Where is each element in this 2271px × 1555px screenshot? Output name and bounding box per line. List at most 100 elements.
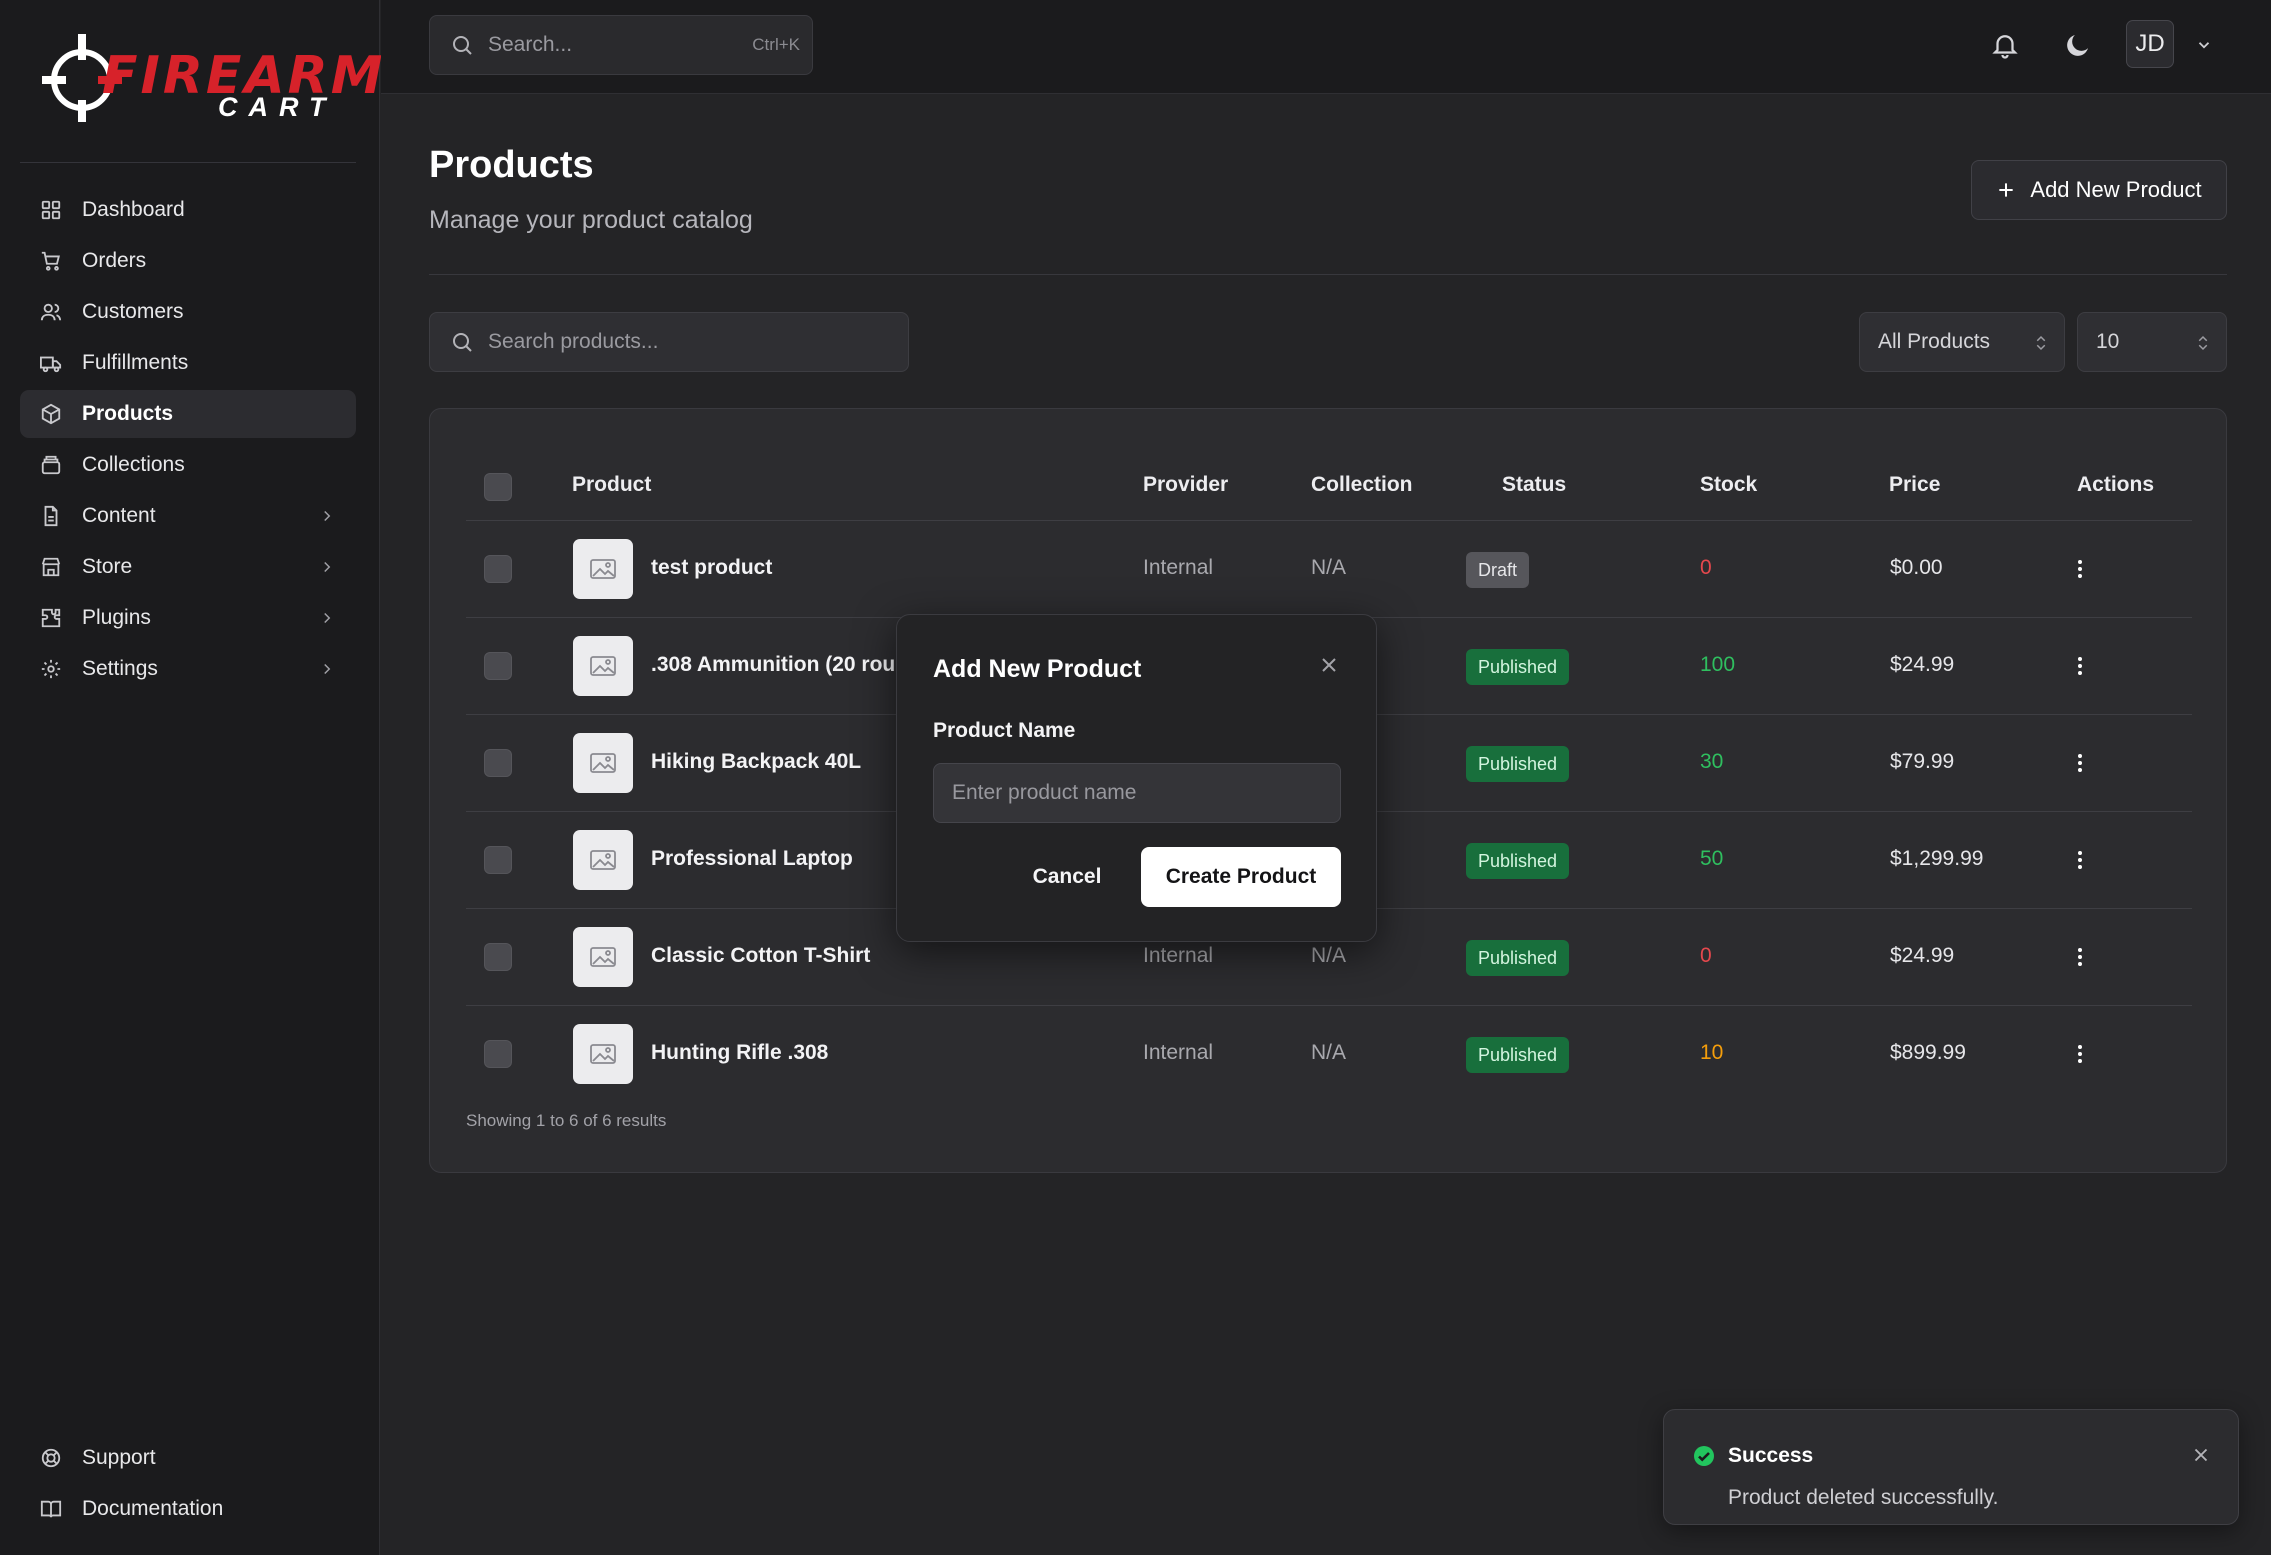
product-name-input[interactable] [933,763,1341,823]
close-icon[interactable] [1317,653,1341,677]
sidebar-item-support[interactable]: Support [20,1434,356,1482]
more-vertical-icon[interactable] [2068,848,2092,872]
chevron-right-icon [324,561,331,573]
sidebar-item-customers[interactable]: Customers [20,288,356,336]
gear-icon [41,659,61,679]
image-icon [590,850,616,870]
product-name[interactable]: Classic Cotton T-Shirt [651,944,870,968]
sidebar-item-plugins[interactable]: Plugins [20,594,356,642]
chevron-right-icon [324,612,331,624]
sidebar-item-content[interactable]: Content [20,492,356,540]
column-header-price[interactable]: Price [1889,473,1940,497]
chevron-right-icon [324,663,331,675]
column-header-collection[interactable]: Collection [1311,473,1413,497]
more-vertical-icon[interactable] [2068,557,2092,581]
column-header-provider[interactable]: Provider [1143,473,1228,497]
global-search-input[interactable]: Search... Ctrl+K [429,15,813,75]
sidebar-item-dashboard[interactable]: Dashboard [20,186,356,234]
status-badge: Published [1466,746,1570,782]
users-icon [40,303,62,321]
column-header-product[interactable]: Product [572,473,651,497]
create-product-button[interactable]: Create Product [1141,847,1341,907]
sidebar-item-settings[interactable]: Settings [20,645,356,693]
page-size-value: 10 [2096,330,2120,353]
row-checkbox[interactable] [484,1040,512,1068]
table-header: Product Provider Collection Status Stock… [466,453,2192,521]
sidebar-item-label: Fulfillments [82,351,189,374]
sidebar-item-label: Dashboard [82,198,185,221]
status-filter-select[interactable]: All Products [1859,312,2065,372]
status-badge: Published [1466,843,1570,879]
chevron-down-icon[interactable] [2195,36,2213,54]
status-badge: Published [1466,649,1570,685]
image-icon [590,656,616,676]
sidebar: FIREARM CART Dashboard Orders Customers … [0,0,382,1555]
row-checkbox[interactable] [484,555,512,583]
column-header-actions: Actions [2077,473,2155,496]
product-thumbnail [573,927,633,987]
product-name[interactable]: Professional Laptop [651,847,853,871]
image-icon [590,947,616,967]
sidebar-item-label: Customers [82,300,184,323]
add-new-product-button[interactable]: Add New Product [1971,160,2227,220]
page-size-select[interactable]: 10 [2077,312,2227,372]
moon-icon[interactable] [2063,30,2093,60]
sidebar-item-label: Plugins [82,606,151,629]
book-icon [40,1500,62,1518]
row-checkbox[interactable] [484,652,512,680]
toast-message: Product deleted successfully. [1728,1486,1999,1509]
product-provider: Internal [1143,556,1214,579]
check-circle-icon [1694,1446,1714,1466]
sidebar-item-documentation[interactable]: Documentation [20,1485,356,1533]
product-collection: N/A [1311,556,1347,579]
more-vertical-icon[interactable] [2068,751,2092,775]
row-checkbox[interactable] [484,749,512,777]
product-provider: Internal [1143,1041,1214,1064]
more-vertical-icon[interactable] [2068,945,2092,969]
product-name[interactable]: Hunting Rifle .308 [651,1041,828,1065]
row-checkbox[interactable] [484,846,512,874]
product-collection: N/A [1311,944,1347,967]
plus-icon [1999,183,2014,197]
table-row[interactable]: Hunting Rifle .308 Internal N/A Published 10… [466,1006,2192,1103]
close-icon[interactable] [2190,1444,2212,1466]
sidebar-item-label: Store [82,555,133,578]
product-price: $24.99 [1890,944,1955,967]
product-name[interactable]: Hiking Backpack 40L [651,750,861,774]
row-checkbox[interactable] [484,943,512,971]
sidebar-item-fulfillments[interactable]: Fulfillments [20,339,356,387]
product-search-placeholder: Search products... [488,330,659,353]
search-icon [453,333,472,352]
product-thumbnail [573,830,633,890]
product-name[interactable]: test product [651,556,772,580]
sidebar-item-collections[interactable]: Collections [20,441,356,489]
top-header: Search... Ctrl+K JD [381,0,2271,94]
product-collection: N/A [1311,1041,1347,1064]
column-header-stock[interactable]: Stock [1700,473,1757,497]
product-search-input[interactable]: Search products... [429,312,909,372]
success-toast: Success Product deleted successfully. [1663,1409,2239,1525]
avatar[interactable]: JD [2126,20,2174,68]
product-name[interactable]: .308 Ammunition (20 rou [651,653,895,677]
product-provider: Internal [1143,944,1214,967]
status-badge: Published [1466,1037,1570,1073]
sidebar-bottom-nav: Support Documentation [20,1434,356,1536]
truck-icon [40,356,62,373]
more-vertical-icon[interactable] [2068,654,2092,678]
product-price: $24.99 [1890,653,1955,676]
sidebar-item-store[interactable]: Store [20,543,356,591]
add-new-product-label: Add New Product [2030,177,2202,202]
bell-icon[interactable] [1990,30,2020,60]
cancel-button[interactable]: Cancel [1007,847,1127,907]
product-price: $0.00 [1890,556,1943,579]
cart-icon [41,251,60,271]
page-title: Products [429,144,594,186]
sidebar-item-products[interactable]: Products [20,390,356,438]
logo[interactable]: FIREARM CART [42,30,382,126]
sidebar-item-orders[interactable]: Orders [20,237,356,285]
product-stock: 30 [1700,750,1724,773]
select-all-checkbox[interactable] [484,473,512,501]
table-row[interactable]: test product Internal N/A Draft 0 $0.00 [466,521,2192,618]
more-vertical-icon[interactable] [2068,1042,2092,1066]
column-header-status[interactable]: Status [1502,473,1566,497]
